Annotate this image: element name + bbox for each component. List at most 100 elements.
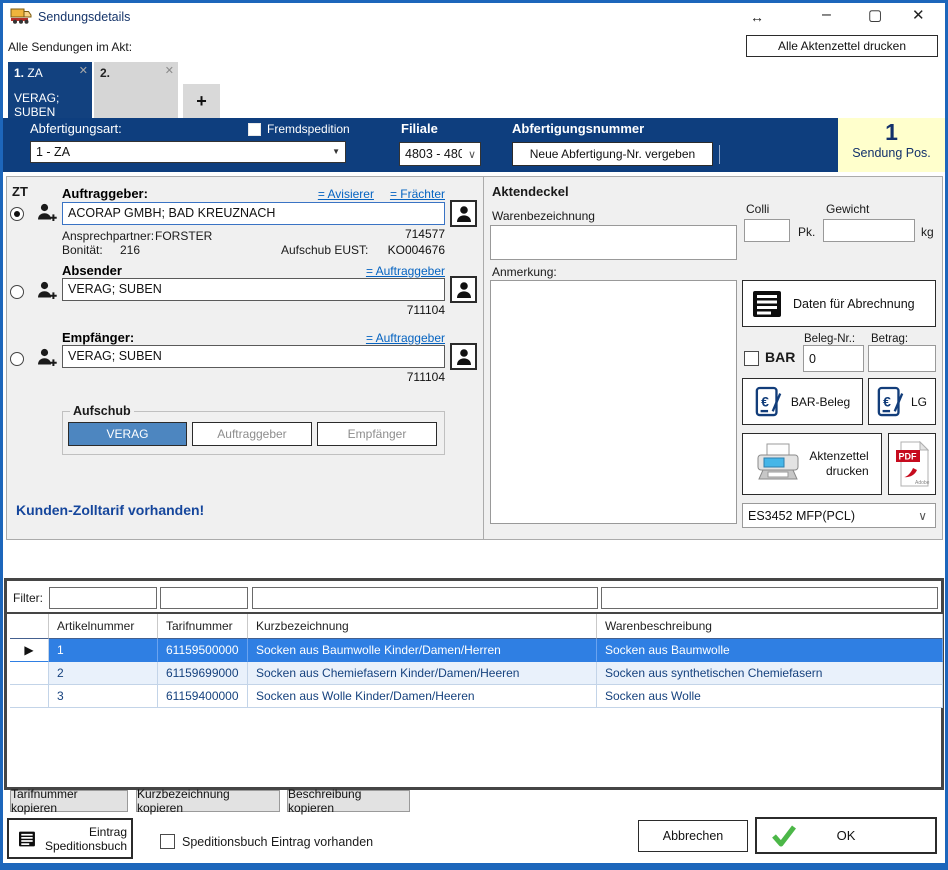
sendung-pos-label: Sendung Pos. — [838, 146, 945, 160]
euro-receipt-icon: € — [877, 385, 905, 419]
band-divider — [719, 145, 720, 164]
beleg-nr-input[interactable]: 0 — [803, 345, 864, 372]
empfaenger-header-row: Empfänger: = Auftraggeber — [62, 330, 445, 345]
zolltarif-note: Kunden-Zolltarif vorhanden! — [16, 502, 204, 518]
ok-button[interactable]: OK — [755, 817, 937, 854]
tab-sendung-2[interactable]: 2. ✕ — [94, 62, 178, 118]
empfaenger-number: 711104 — [340, 370, 445, 384]
fraechter-link[interactable]: = Frächter — [390, 187, 445, 201]
avisierer-link[interactable]: = Avisierer — [318, 187, 374, 201]
person-add-icon-empfaenger[interactable] — [36, 347, 59, 373]
empfaenger-input[interactable]: VERAG; SUBEN — [62, 345, 445, 368]
fremdspedition-label: Fremdspedition — [267, 122, 350, 136]
empfaenger-auftraggeber-link[interactable]: = Auftraggeber — [366, 331, 445, 345]
absender-number: 711104 — [340, 303, 445, 317]
filter-artikelnummer-input[interactable] — [49, 587, 157, 609]
zt-radio-absender[interactable] — [10, 285, 24, 299]
kg-label: kg — [921, 225, 934, 239]
filiale-chevron-icon[interactable]: ∨ — [468, 148, 476, 161]
filter-kurzbezeichnung-input[interactable] — [252, 587, 598, 609]
table-row[interactable]: ▶ 1 61159500000 Socken aus Baumwolle Kin… — [10, 639, 943, 662]
aufschub-auftraggeber-button[interactable]: Auftraggeber — [192, 422, 312, 446]
col-warenbeschreibung[interactable]: Warenbeschreibung — [597, 614, 943, 639]
absender-input[interactable]: VERAG; SUBEN — [62, 278, 445, 301]
copy-tarifnummer-button[interactable]: Tarifnummer kopieren — [10, 790, 128, 812]
tab-sendung-1[interactable]: 1. ZA ✕ VERAG; SUBEN — [8, 62, 92, 118]
sendung-pos-box: 1 Sendung Pos. — [838, 118, 945, 172]
absender-person-button[interactable] — [450, 276, 477, 303]
gewicht-input[interactable] — [823, 219, 915, 242]
grid-header-row: Artikelnummer Tarifnummer Kurzbezeichnun… — [10, 614, 943, 639]
speditionsbuch-checkbox[interactable] — [160, 834, 175, 849]
bar-beleg-button[interactable]: € BAR-Beleg — [742, 378, 863, 425]
daten-abrechnung-button[interactable]: Daten für Abrechnung — [742, 280, 936, 327]
auftraggeber-header-row: Auftraggeber: = Avisierer = Frächter — [62, 186, 445, 201]
filter-warenbeschreibung-input[interactable] — [601, 587, 938, 609]
betrag-input[interactable] — [868, 345, 936, 372]
person-icon — [456, 348, 472, 366]
combo-arrow-icon[interactable]: ▼ — [332, 147, 340, 156]
bar-checkbox[interactable] — [744, 351, 759, 366]
col-tarifnummer[interactable]: Tarifnummer — [158, 614, 248, 639]
empfaenger-person-button[interactable] — [450, 343, 477, 370]
lg-button[interactable]: € LG — [868, 378, 936, 425]
pk-label: Pk. — [798, 225, 815, 239]
minimize-icon[interactable]: – — [822, 3, 831, 27]
auftraggeber-number: 714577 — [340, 227, 445, 241]
filiale-combo[interactable]: 4803 - 480 ∨ — [399, 142, 481, 166]
close-icon[interactable]: ✕ — [912, 4, 925, 28]
col-kurzbezeichnung[interactable]: Kurzbezeichnung — [248, 614, 597, 639]
person-add-icon-auftraggeber[interactable] — [36, 202, 59, 228]
anmerkung-textarea[interactable] — [490, 280, 737, 524]
absender-label: Absender — [62, 263, 122, 278]
aktenzettel-drucken-button[interactable]: Aktenzettel drucken — [742, 433, 882, 495]
beleg-nr-label: Beleg-Nr.: — [804, 333, 855, 345]
gewicht-label: Gewicht — [826, 202, 869, 216]
eintrag-speditionsbuch-button[interactable]: Eintrag Speditionsbuch — [7, 818, 133, 859]
zt-radio-auftraggeber[interactable] — [10, 207, 24, 221]
table-row[interactable]: 3 61159400000 Socken aus Wolle Kinder/Da… — [10, 685, 943, 708]
zt-radio-empfaenger[interactable] — [10, 352, 24, 366]
table-row[interactable]: 2 61159699000 Socken aus Chemiefasern Ki… — [10, 662, 943, 685]
empfaenger-label: Empfänger: — [62, 330, 134, 345]
resize-arrows-icon[interactable]: ↔ — [750, 5, 764, 29]
fremdspedition-checkbox[interactable] — [248, 123, 261, 136]
abfertigungsart-combo[interactable]: 1 - ZA ▼ — [30, 141, 346, 163]
list-lines-icon — [753, 290, 781, 318]
print-all-aktenzettel-button[interactable]: Alle Aktenzettel drucken — [746, 35, 938, 57]
colli-input[interactable] — [744, 219, 790, 242]
auftraggeber-person-button[interactable] — [450, 200, 477, 227]
abfertigungsnummer-label: Abfertigungsnummer — [512, 121, 644, 136]
person-add-icon-absender[interactable] — [36, 280, 59, 306]
betrag-label: Betrag: — [871, 333, 908, 345]
current-row-marker: ▶ — [10, 639, 49, 662]
aufschub-empfaenger-button[interactable]: Empfänger — [317, 422, 437, 446]
aktendeckel-title: Aktendeckel — [492, 184, 569, 199]
printer-icon — [755, 443, 801, 485]
bar-label: BAR — [765, 349, 795, 365]
add-tab-button[interactable]: + — [183, 84, 220, 118]
cancel-button[interactable]: Abbrechen — [638, 820, 748, 852]
printer-combo[interactable]: ES3452 MFP(PCL) ∨ — [742, 503, 936, 528]
copy-beschreibung-button[interactable]: Beschreibung kopieren — [287, 790, 410, 812]
auftraggeber-input[interactable]: ACORAP GMBH; BAD KREUZNACH — [62, 202, 445, 225]
warenbezeichnung-input[interactable] — [490, 225, 737, 260]
articles-table-block: Filter: Artikelnummer Tarifnummer Kurzbe… — [4, 578, 944, 790]
tabs-caption: Alle Sendungen im Akt: — [8, 40, 132, 54]
aufschub-verag-button[interactable]: VERAG — [68, 422, 187, 446]
pdf-button[interactable]: PDF Adobe — [888, 433, 936, 495]
tab1-close-icon[interactable]: ✕ — [79, 64, 88, 77]
printer-chevron-icon[interactable]: ∨ — [918, 509, 927, 523]
ansprechpartner-value: FORSTER — [155, 229, 212, 243]
app-truck-icon — [10, 7, 32, 30]
tab2-close-icon[interactable]: ✕ — [165, 64, 174, 77]
copy-kurzbezeichnung-button[interactable]: Kurzbezeichnung kopieren — [136, 790, 280, 812]
col-artikelnummer[interactable]: Artikelnummer — [49, 614, 158, 639]
absender-auftraggeber-link[interactable]: = Auftraggeber — [366, 264, 445, 278]
neue-abfertigung-button[interactable]: Neue Abfertigung-Nr. vergeben — [512, 142, 713, 166]
filter-tarifnummer-input[interactable] — [160, 587, 248, 609]
list-lines-icon — [19, 827, 35, 851]
filter-label: Filter: — [13, 591, 43, 605]
person-icon — [456, 205, 472, 223]
maximize-icon[interactable]: ▢ — [868, 4, 882, 28]
